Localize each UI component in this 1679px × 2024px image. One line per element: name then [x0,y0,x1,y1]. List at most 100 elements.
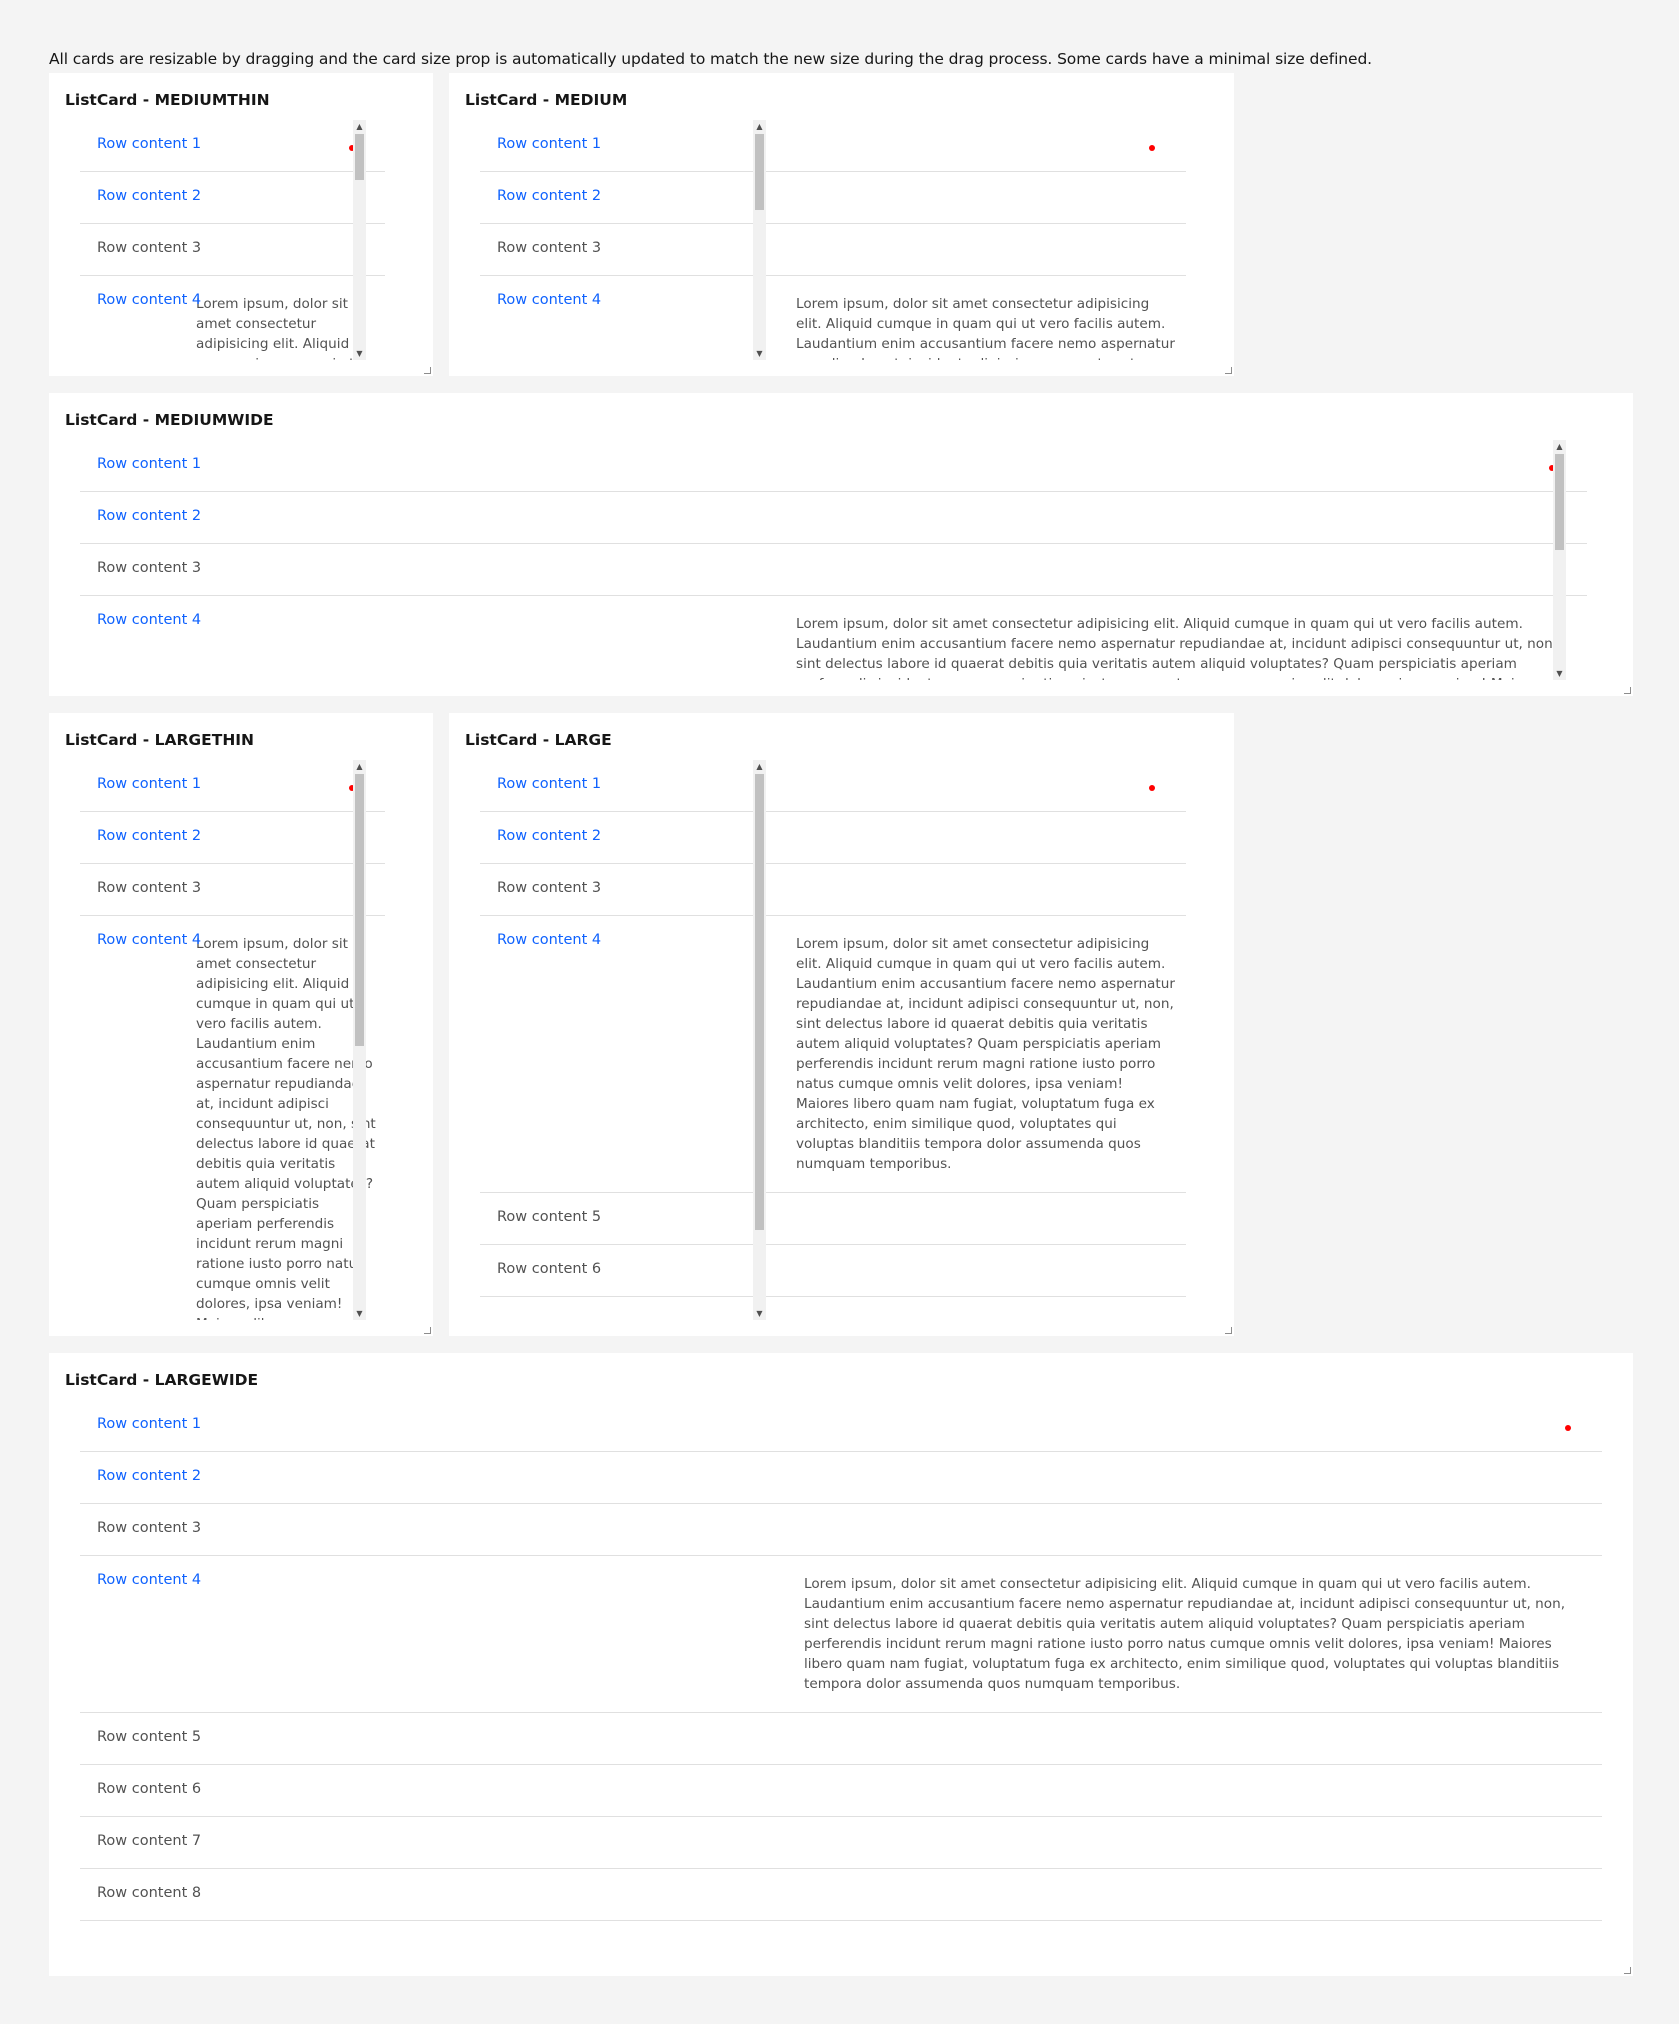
card-content[interactable]: Row content 1 Row content 2 Row content 3 R… [49,120,433,360]
scroll-down-icon[interactable]: ▼ [753,1307,766,1320]
list-card-medium[interactable]: ListCard - MEDIUM Row content 1 Row conten… [449,73,1234,376]
list-row[interactable]: Row content 2 [80,492,1587,544]
row-link[interactable]: Row content 2 [97,188,201,204]
row-link[interactable]: Row content 2 [497,188,601,204]
row-link[interactable]: Row content 4 [97,292,201,308]
row-link[interactable]: Row content 4 [497,932,601,948]
row-label: Row content 3 [97,240,202,256]
list: Row content 1 Row content 2 Row content 3 R… [49,120,433,360]
resize-handle-icon[interactable] [1624,687,1631,694]
scroll-down-icon[interactable]: ▼ [353,347,366,360]
scroll-thumb[interactable] [755,134,764,210]
list-row[interactable]: Row content 2 [80,812,385,864]
row-extra-content: Lorem ipsum, dolor sit amet consectetur … [804,1576,1566,1692]
card-title: ListCard - MEDIUMTHIN [65,91,270,109]
resize-handle-icon[interactable] [1225,1327,1232,1334]
list: Row content 1 Row content 2 Row content 3 R… [449,120,1234,360]
resize-handle-icon[interactable] [1624,1967,1631,1974]
row-link[interactable]: Row content 4 [497,292,601,308]
list-row[interactable]: Row content 1 [80,120,385,172]
list-row[interactable]: Row content 4 Lorem ipsum, dolor sit amet… [80,276,385,360]
scroll-up-icon[interactable]: ▲ [753,760,766,773]
row-link[interactable]: Row content 2 [97,828,201,844]
list-row: Row content 6 [80,1765,1602,1817]
card-content[interactable]: Row content 1 Row content 2 Row content 3 R… [49,1400,1633,1956]
card-title: ListCard - LARGE [465,731,612,749]
card-scrollbar[interactable]: ▲ ▼ [353,120,366,360]
list: Row content 1 Row content 2 Row content 3 R… [449,760,1234,1297]
scroll-up-icon[interactable]: ▲ [753,120,766,133]
list-card-largewide[interactable]: ListCard - LARGEWIDE Row content 1 Row con… [49,1353,1633,1976]
scroll-down-icon[interactable]: ▼ [753,347,766,360]
row-link[interactable]: Row content 1 [97,776,201,792]
card-scrollbar[interactable]: ▲ ▼ [753,760,766,1320]
list-row[interactable]: Row content 1 [480,760,1186,812]
list-card-mediumthin[interactable]: ListCard - MEDIUMTHIN Row content 1 Row co… [49,73,433,376]
row-link[interactable]: Row content 4 [97,612,201,628]
list-row[interactable]: Row content 1 [80,760,385,812]
row-extra-content: Lorem ipsum, dolor sit amet consectetur … [796,936,1175,1172]
list-row[interactable]: Row content 1 [480,120,1186,172]
list-row[interactable]: Row content 2 [80,172,385,224]
status-dot-icon [1149,785,1155,791]
row-link[interactable]: Row content 1 [97,456,201,472]
list: Row content 1 Row content 2 Row content 3 R… [49,440,1633,680]
resize-handle-icon[interactable] [424,367,431,374]
list-row[interactable]: Row content 4 Lorem ipsum, dolor sit amet… [80,596,1587,680]
list-row[interactable]: Row content 1 [80,440,1587,492]
row-link[interactable]: Row content 1 [497,136,601,152]
list-row[interactable]: Row content 2 [80,1452,1602,1504]
story-description: All cards are resizable by dragging and … [49,50,1373,68]
scroll-thumb[interactable] [755,774,764,1230]
list: Row content 1 Row content 2 Row content 3 R… [49,1400,1633,1921]
list-row: Row content 3 [480,864,1186,916]
row-label: Row content 3 [97,1520,202,1536]
row-link[interactable]: Row content 1 [97,136,201,152]
scroll-up-icon[interactable]: ▲ [353,120,366,133]
card-content[interactable]: Row content 1 Row content 2 Row content 3 R… [49,440,1633,680]
row-label: Row content 3 [97,560,202,576]
row-label: Row content 8 [97,1885,202,1901]
row-label: Row content 7 [97,1833,202,1849]
row-link[interactable]: Row content 4 [97,1572,201,1588]
scroll-thumb[interactable] [1555,454,1564,550]
list-row[interactable]: Row content 4 Lorem ipsum, dolor sit amet… [480,916,1186,1193]
list-row: Row content 3 [80,1504,1602,1556]
list-row[interactable]: Row content 4 Lorem ipsum, dolor sit amet… [80,1556,1602,1713]
list-row[interactable]: Row content 2 [480,812,1186,864]
row-extra-content: Lorem ipsum, dolor sit amet consectetur … [796,616,1558,680]
row-label: Row content 3 [97,880,202,896]
card-scrollbar[interactable]: ▲ ▼ [353,760,366,1320]
card-content[interactable]: Row content 1 Row content 2 Row content 3 R… [449,120,1234,360]
row-link[interactable]: Row content 2 [97,508,201,524]
card-scrollbar[interactable]: ▲ ▼ [1553,440,1566,680]
scroll-down-icon[interactable]: ▼ [1553,667,1566,680]
row-link[interactable]: Row content 2 [97,1468,201,1484]
card-content[interactable]: Row content 1 Row content 2 Row content 3 R… [449,760,1234,1320]
scroll-thumb[interactable] [355,774,364,1046]
resize-handle-icon[interactable] [1225,367,1232,374]
list-card-large[interactable]: ListCard - LARGE Row content 1 Row content… [449,713,1234,1336]
list: Row content 1 Row content 2 Row content 3 R… [49,760,433,1320]
card-scrollbar[interactable]: ▲ ▼ [753,120,766,360]
row-link[interactable]: Row content 1 [497,776,601,792]
list-row[interactable]: Row content 4 Lorem ipsum, dolor sit amet… [80,916,385,1320]
card-title: ListCard - LARGETHIN [65,731,255,749]
row-link[interactable]: Row content 4 [97,932,201,948]
scroll-thumb[interactable] [355,134,364,180]
list-card-largethin[interactable]: ListCard - LARGETHIN Row content 1 Row con… [49,713,433,1336]
scroll-up-icon[interactable]: ▲ [1553,440,1566,453]
row-label: Row content 3 [497,880,602,896]
card-content[interactable]: Row content 1 Row content 2 Row content 3 R… [49,760,433,1320]
list-row[interactable]: Row content 2 [480,172,1186,224]
list-row: Row content 5 [480,1193,1186,1245]
list-row[interactable]: Row content 1 [80,1400,1602,1452]
resize-handle-icon[interactable] [424,1327,431,1334]
row-extra-content: Lorem ipsum, dolor sit amet consectetur … [196,936,376,1320]
scroll-down-icon[interactable]: ▼ [353,1307,366,1320]
list-row[interactable]: Row content 4 Lorem ipsum, dolor sit amet… [480,276,1186,360]
row-link[interactable]: Row content 2 [497,828,601,844]
list-card-mediumwide[interactable]: ListCard - MEDIUMWIDE Row content 1 Row co… [49,393,1633,696]
scroll-up-icon[interactable]: ▲ [353,760,366,773]
row-link[interactable]: Row content 1 [97,1416,201,1432]
